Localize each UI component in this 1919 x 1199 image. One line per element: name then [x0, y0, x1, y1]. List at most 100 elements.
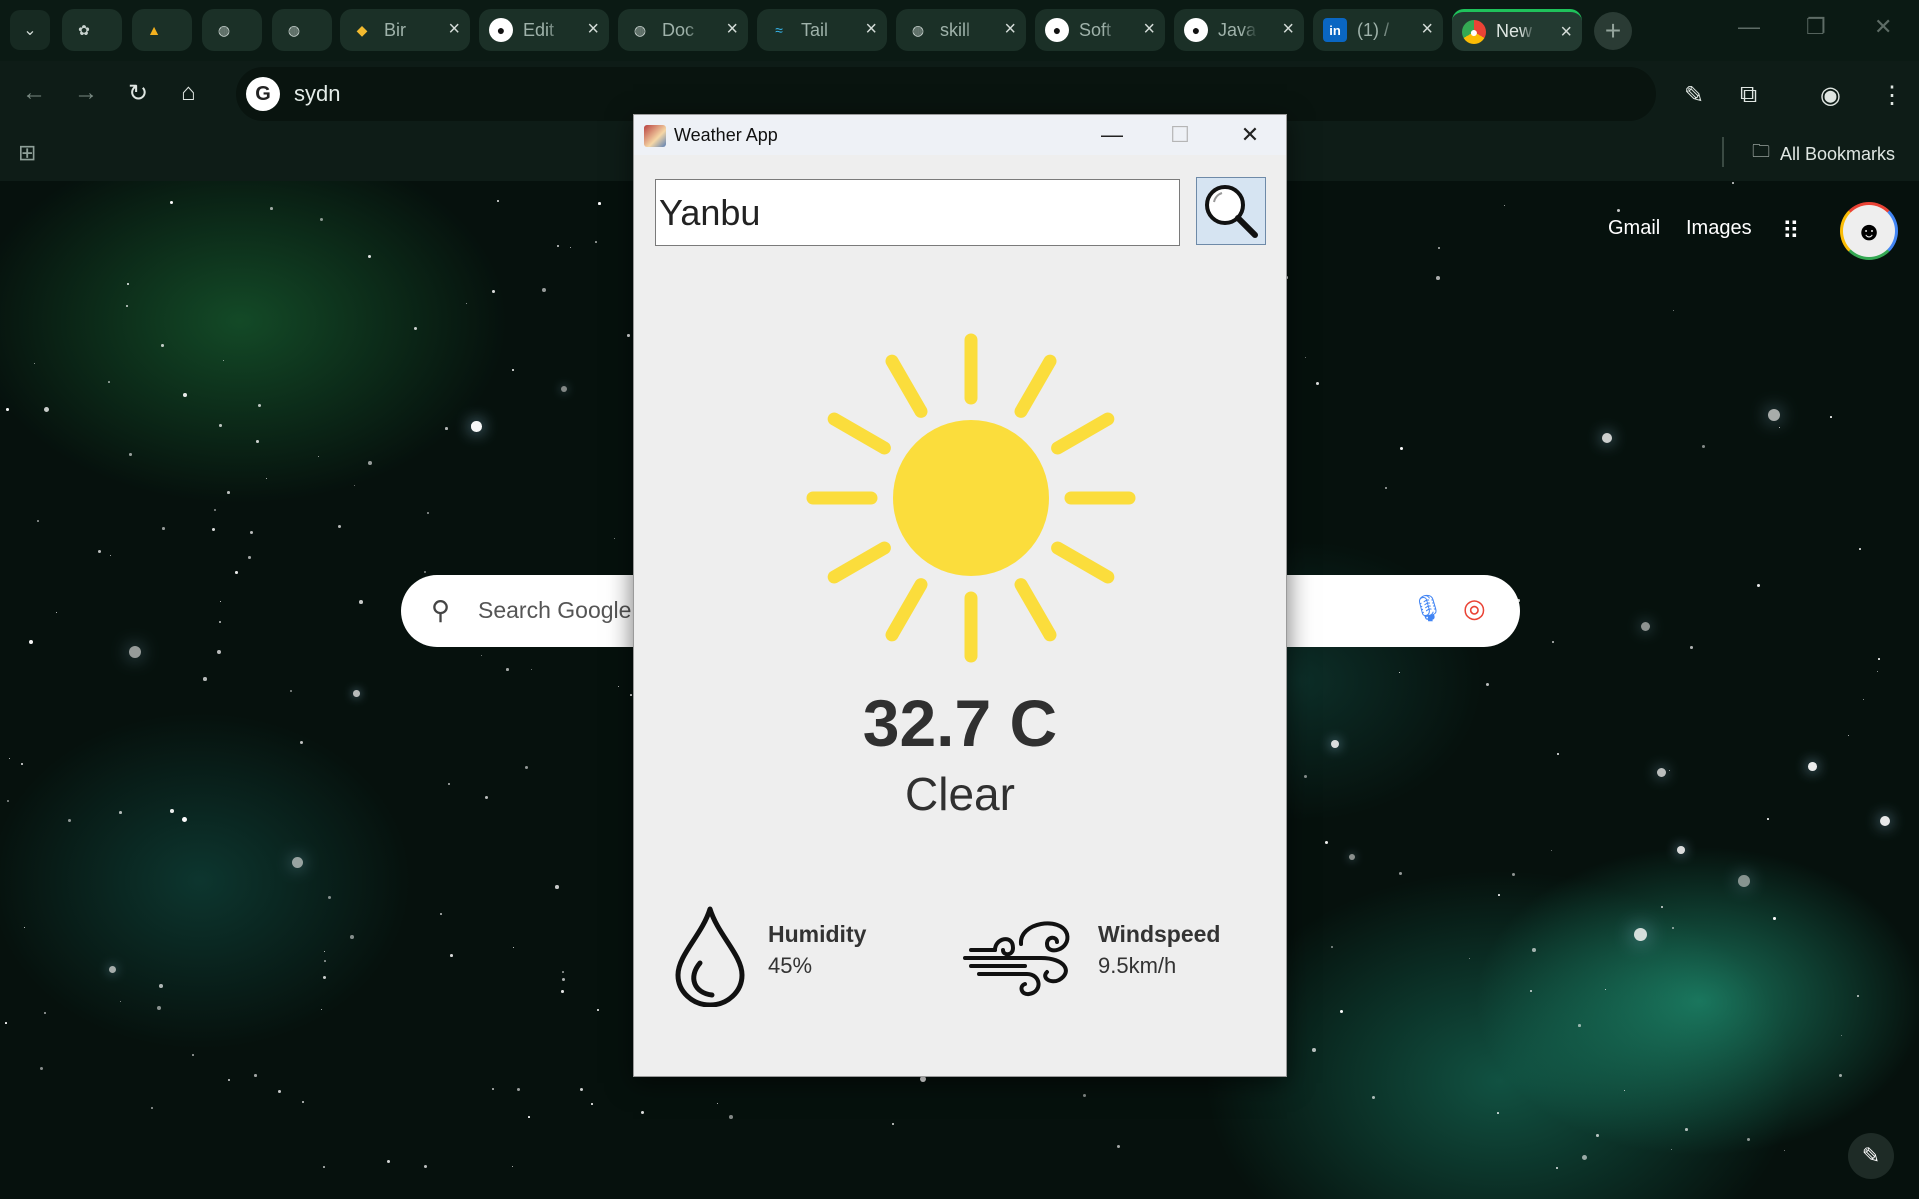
star — [44, 1012, 47, 1015]
star — [220, 601, 222, 603]
menu-icon[interactable]: ⋮ — [1880, 81, 1904, 110]
star — [1469, 958, 1471, 960]
close-icon[interactable]: × — [448, 18, 460, 40]
close-icon[interactable]: × — [726, 18, 738, 40]
chart-icon: ▲ — [147, 22, 161, 38]
reload-icon[interactable]: ↻ — [128, 79, 148, 108]
star — [1312, 1048, 1316, 1052]
globe-icon: ◍ — [633, 21, 647, 38]
star — [1624, 1090, 1626, 1092]
star — [258, 404, 261, 407]
close-icon[interactable]: × — [1143, 18, 1155, 40]
tab-12-active[interactable]: ● New × — [1452, 9, 1582, 51]
star — [614, 538, 616, 540]
extensions-icon[interactable]: ⧉ — [1740, 81, 1757, 109]
star — [1661, 906, 1664, 909]
home-icon[interactable]: ⌂ — [181, 79, 196, 107]
window-title: Weather App — [674, 125, 778, 145]
star — [320, 218, 324, 222]
search-button[interactable] — [1196, 177, 1266, 245]
profile-icon[interactable]: ◉ — [1820, 81, 1841, 110]
close-icon[interactable]: × — [865, 18, 877, 40]
star — [203, 677, 207, 681]
star — [580, 1088, 584, 1092]
star — [1436, 276, 1440, 280]
restore-icon[interactable]: ❐ — [1806, 14, 1826, 40]
star — [1552, 641, 1554, 643]
tab-0[interactable]: ✿ — [62, 9, 122, 51]
search-icon — [1205, 185, 1258, 238]
images-link[interactable]: Images — [1686, 217, 1752, 240]
star — [228, 1079, 231, 1082]
github-icon: ● — [1045, 18, 1069, 42]
forward-icon[interactable]: → — [74, 79, 98, 107]
close-icon[interactable]: × — [587, 18, 599, 40]
tab-5[interactable]: ● Edit × — [479, 9, 609, 51]
apps-grid-icon[interactable]: ⊞ — [18, 140, 36, 166]
avatar[interactable]: ☻ — [1840, 202, 1898, 260]
star — [492, 290, 495, 293]
address-bar[interactable]: G sydn — [236, 67, 1656, 121]
star — [1738, 875, 1750, 887]
tab-search-button[interactable]: ⌄ — [10, 10, 50, 50]
maximize-icon[interactable]: ☐ — [1160, 119, 1200, 151]
star — [506, 668, 509, 671]
tab-4[interactable]: ◆ Bir × — [340, 9, 470, 51]
star — [1848, 735, 1850, 737]
star — [1677, 846, 1685, 854]
google-lens-icon[interactable]: ◎ — [1463, 593, 1486, 624]
star — [219, 621, 222, 624]
tab-7[interactable]: ≈ Tail × — [757, 9, 887, 51]
star — [598, 202, 601, 205]
sun-disc — [893, 420, 1049, 576]
close-icon[interactable]: × — [1282, 18, 1294, 40]
new-tab-button[interactable]: + — [1594, 12, 1632, 50]
divider — [1722, 137, 1724, 167]
microphone-icon[interactable]: 🎙 — [1411, 593, 1444, 624]
tab-10[interactable]: ● Java × — [1174, 9, 1304, 51]
star — [1316, 382, 1320, 386]
star — [1841, 1035, 1843, 1037]
windspeed-value: 9.5km/h — [1098, 953, 1177, 978]
tab-9[interactable]: ● Soft × — [1035, 9, 1165, 51]
tab-3[interactable]: ◍ — [272, 9, 332, 51]
tab-11[interactable]: in (1) / × — [1313, 9, 1443, 51]
star — [292, 857, 303, 868]
minimize-icon[interactable]: — — [1092, 119, 1132, 151]
tab-title: Bir — [384, 19, 406, 40]
tab-2[interactable]: ◍ — [202, 9, 262, 51]
star — [354, 485, 356, 487]
star — [450, 954, 453, 957]
star — [129, 453, 132, 456]
tab-8[interactable]: ◍ skill × — [896, 9, 1026, 51]
star — [1512, 873, 1516, 877]
eyedropper-icon[interactable]: ✎ — [1684, 81, 1704, 110]
gmail-link[interactable]: Gmail — [1608, 217, 1660, 240]
google-apps-icon[interactable]: ⠿ — [1782, 217, 1800, 246]
tab-6[interactable]: ◍ Doc × — [618, 9, 748, 51]
humidity-label: Humidity — [768, 921, 867, 947]
star — [1880, 816, 1890, 826]
star — [555, 885, 559, 889]
back-icon[interactable]: ← — [22, 79, 46, 107]
star — [445, 427, 448, 430]
star — [557, 245, 560, 248]
city-input[interactable] — [655, 179, 1180, 246]
star — [126, 305, 129, 308]
window-titlebar[interactable]: Weather App — ☐ ✕ — [634, 115, 1286, 155]
tab-title: New — [1496, 21, 1533, 41]
star — [1117, 1145, 1121, 1149]
star — [717, 1103, 719, 1105]
close-icon[interactable]: × — [1421, 18, 1433, 40]
close-icon[interactable]: × — [1004, 18, 1016, 40]
customize-button[interactable]: ✎ — [1848, 1133, 1894, 1179]
all-bookmarks-button[interactable]: 🗀 All Bookmarks — [1752, 139, 1895, 169]
star — [278, 1090, 281, 1093]
minimize-icon[interactable]: — — [1738, 14, 1760, 40]
close-icon[interactable]: × — [1560, 21, 1572, 43]
tab-1[interactable]: ▲ — [132, 9, 192, 51]
sun-ray — [885, 354, 928, 418]
close-window-icon[interactable]: ✕ — [1874, 14, 1892, 40]
close-icon[interactable]: ✕ — [1230, 119, 1270, 151]
humidity-value: 45% — [768, 953, 813, 978]
